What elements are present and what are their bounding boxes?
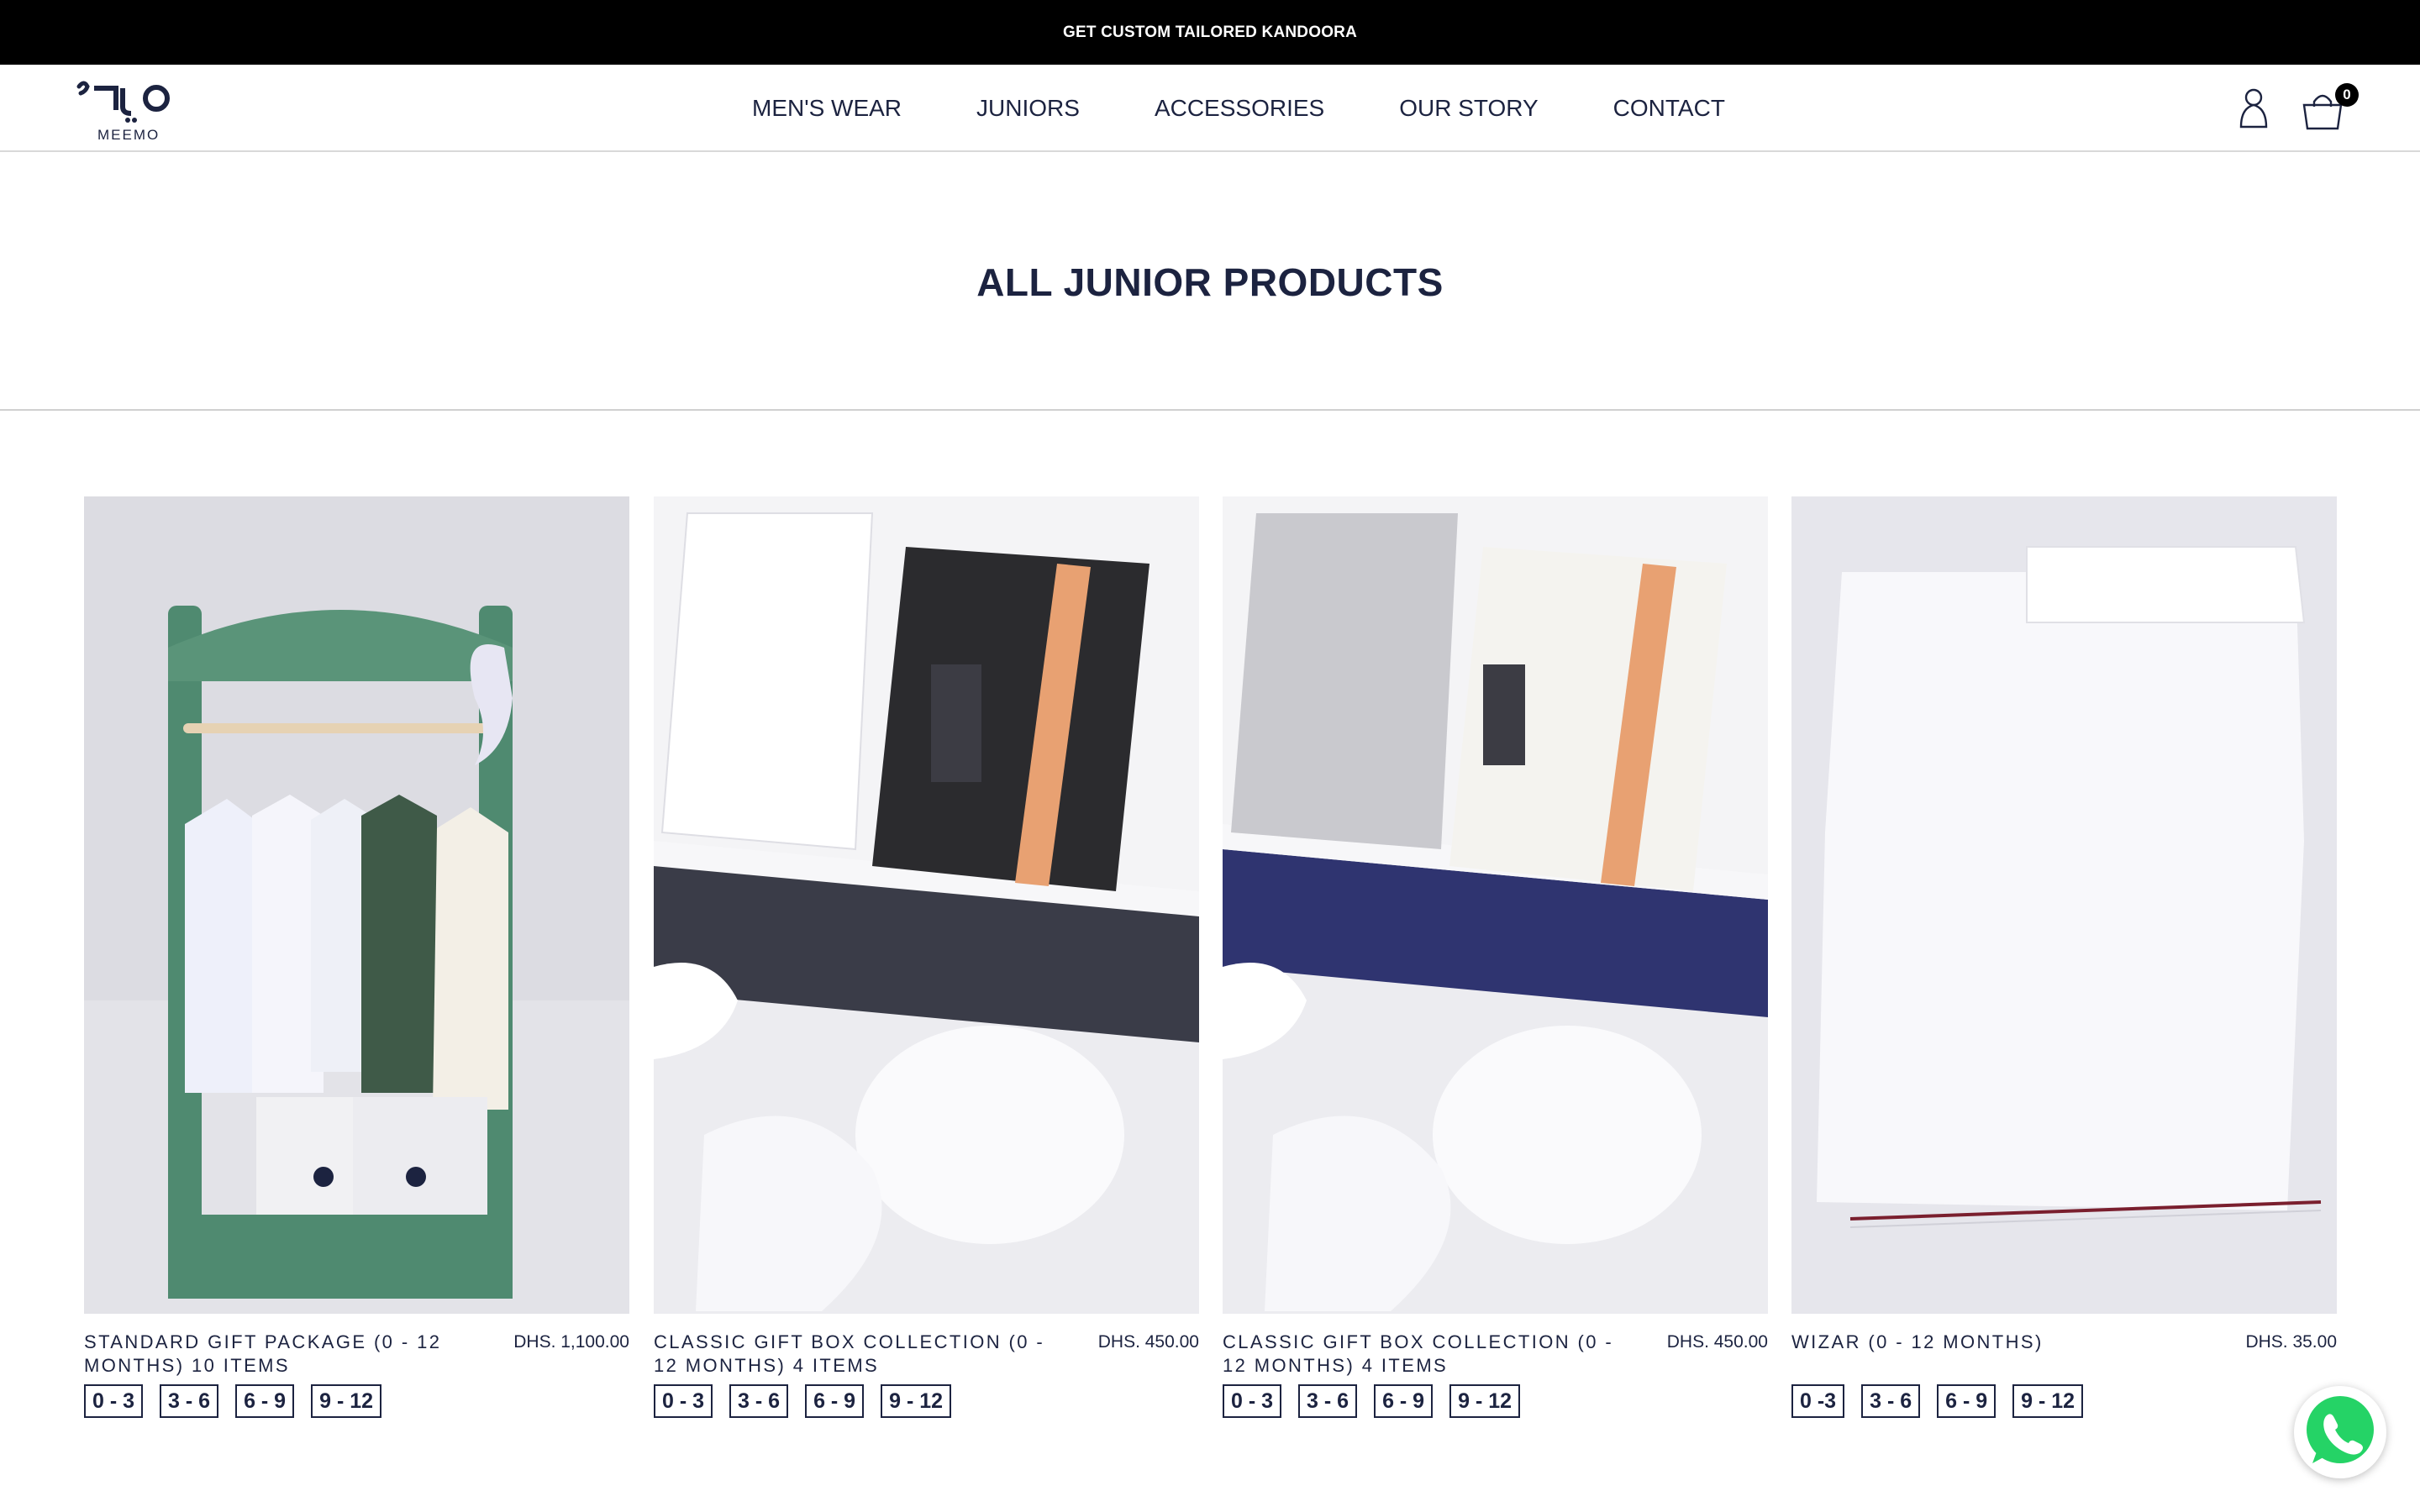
product-info: WIZAR (0 - 12 MONTHS) DHS. 35.00 0 -3 3 … (1791, 1314, 2337, 1418)
product-price: DHS. 450.00 (1097, 1332, 1199, 1352)
size-options: 0 - 3 3 - 6 6 - 9 9 - 12 (1223, 1384, 1537, 1418)
product-image[interactable] (1223, 496, 1768, 1314)
product-info: CLASSIC GIFT BOX COLLECTION (0 - 12 MONT… (654, 1314, 1199, 1418)
page-title: ALL JUNIOR PRODUCTS (976, 260, 1444, 304)
user-icon[interactable] (2238, 87, 2269, 129)
size-option[interactable]: 0 -3 (1791, 1384, 1845, 1418)
product-price: DHS. 450.00 (1666, 1332, 1768, 1352)
size-option[interactable]: 6 - 9 (805, 1384, 865, 1418)
size-options: 0 - 3 3 - 6 6 - 9 9 - 12 (654, 1384, 968, 1418)
product-info: CLASSIC GIFT BOX COLLECTION (0 - 12 MONT… (1223, 1314, 1768, 1418)
size-option[interactable]: 0 - 3 (84, 1384, 144, 1418)
logo-wordmark: MEEMO (97, 127, 160, 143)
size-option[interactable]: 3 - 6 (1298, 1384, 1358, 1418)
size-option[interactable]: 6 - 9 (235, 1384, 295, 1418)
nav-juniors[interactable]: JUNIORS (976, 95, 1080, 122)
size-option[interactable]: 3 - 6 (729, 1384, 789, 1418)
nav-our-story[interactable]: OUR STORY (1399, 95, 1538, 122)
size-option[interactable]: 9 - 12 (2012, 1384, 2084, 1418)
size-option[interactable]: 3 - 6 (160, 1384, 219, 1418)
product-card[interactable]: WIZAR (0 - 12 MONTHS) DHS. 35.00 0 -3 3 … (1791, 496, 2337, 1418)
product-price: DHS. 1,100.00 (513, 1332, 629, 1352)
product-name[interactable]: STANDARD GIFT PACKAGE (0 - 12 MONTHS) 10… (84, 1331, 479, 1378)
collection-header: ALL JUNIOR PRODUCTS (0, 152, 2420, 411)
cart-count-badge: 0 (2335, 83, 2359, 107)
size-options: 0 - 3 3 - 6 6 - 9 9 - 12 (84, 1384, 398, 1418)
whatsapp-chat-button[interactable] (2294, 1386, 2386, 1478)
product-name[interactable]: WIZAR (0 - 12 MONTHS) (1791, 1331, 2186, 1354)
nav-accessories[interactable]: ACCESSORIES (1155, 95, 1324, 122)
product-image[interactable] (84, 496, 629, 1314)
product-card[interactable]: CLASSIC GIFT BOX COLLECTION (0 - 12 MONT… (654, 496, 1199, 1418)
logo-mark-icon (76, 81, 170, 123)
product-image[interactable] (1791, 496, 2337, 1314)
site-header: MEEMO MEN'S WEAR JUNIORS ACCESSORIES OUR… (0, 65, 2420, 152)
announcement-bar[interactable]: GET CUSTOM TAILORED KANDOORA (0, 0, 2420, 65)
size-option[interactable]: 9 - 12 (311, 1384, 382, 1418)
size-option[interactable]: 9 - 12 (881, 1384, 952, 1418)
product-name[interactable]: CLASSIC GIFT BOX COLLECTION (0 - 12 MONT… (1223, 1331, 1618, 1378)
product-card[interactable]: STANDARD GIFT PACKAGE (0 - 12 MONTHS) 10… (84, 496, 629, 1418)
product-image[interactable] (654, 496, 1199, 1314)
product-info: STANDARD GIFT PACKAGE (0 - 12 MONTHS) 10… (84, 1314, 629, 1418)
cart-button[interactable]: 0 (2301, 83, 2359, 130)
nav-contact[interactable]: CONTACT (1613, 95, 1725, 122)
brand-logo[interactable]: MEEMO (72, 76, 182, 144)
size-option[interactable]: 6 - 9 (1374, 1384, 1434, 1418)
size-option[interactable]: 0 - 3 (654, 1384, 713, 1418)
size-option[interactable]: 3 - 6 (1861, 1384, 1921, 1418)
size-options: 0 -3 3 - 6 6 - 9 9 - 12 (1791, 1384, 2100, 1418)
product-name[interactable]: CLASSIC GIFT BOX COLLECTION (0 - 12 MONT… (654, 1331, 1049, 1378)
nav-mens-wear[interactable]: MEN'S WEAR (752, 95, 902, 122)
size-option[interactable]: 9 - 12 (1449, 1384, 1521, 1418)
product-card[interactable]: CLASSIC GIFT BOX COLLECTION (0 - 12 MONT… (1223, 496, 1768, 1418)
whatsapp-icon (2307, 1396, 2374, 1463)
main-navigation: MEN'S WEAR JUNIORS ACCESSORIES OUR STORY… (752, 65, 1725, 152)
announcement-text[interactable]: GET CUSTOM TAILORED KANDOORA (1063, 24, 1357, 42)
product-price: DHS. 35.00 (2245, 1332, 2337, 1352)
size-option[interactable]: 0 - 3 (1223, 1384, 1282, 1418)
size-option[interactable]: 6 - 9 (1937, 1384, 1996, 1418)
